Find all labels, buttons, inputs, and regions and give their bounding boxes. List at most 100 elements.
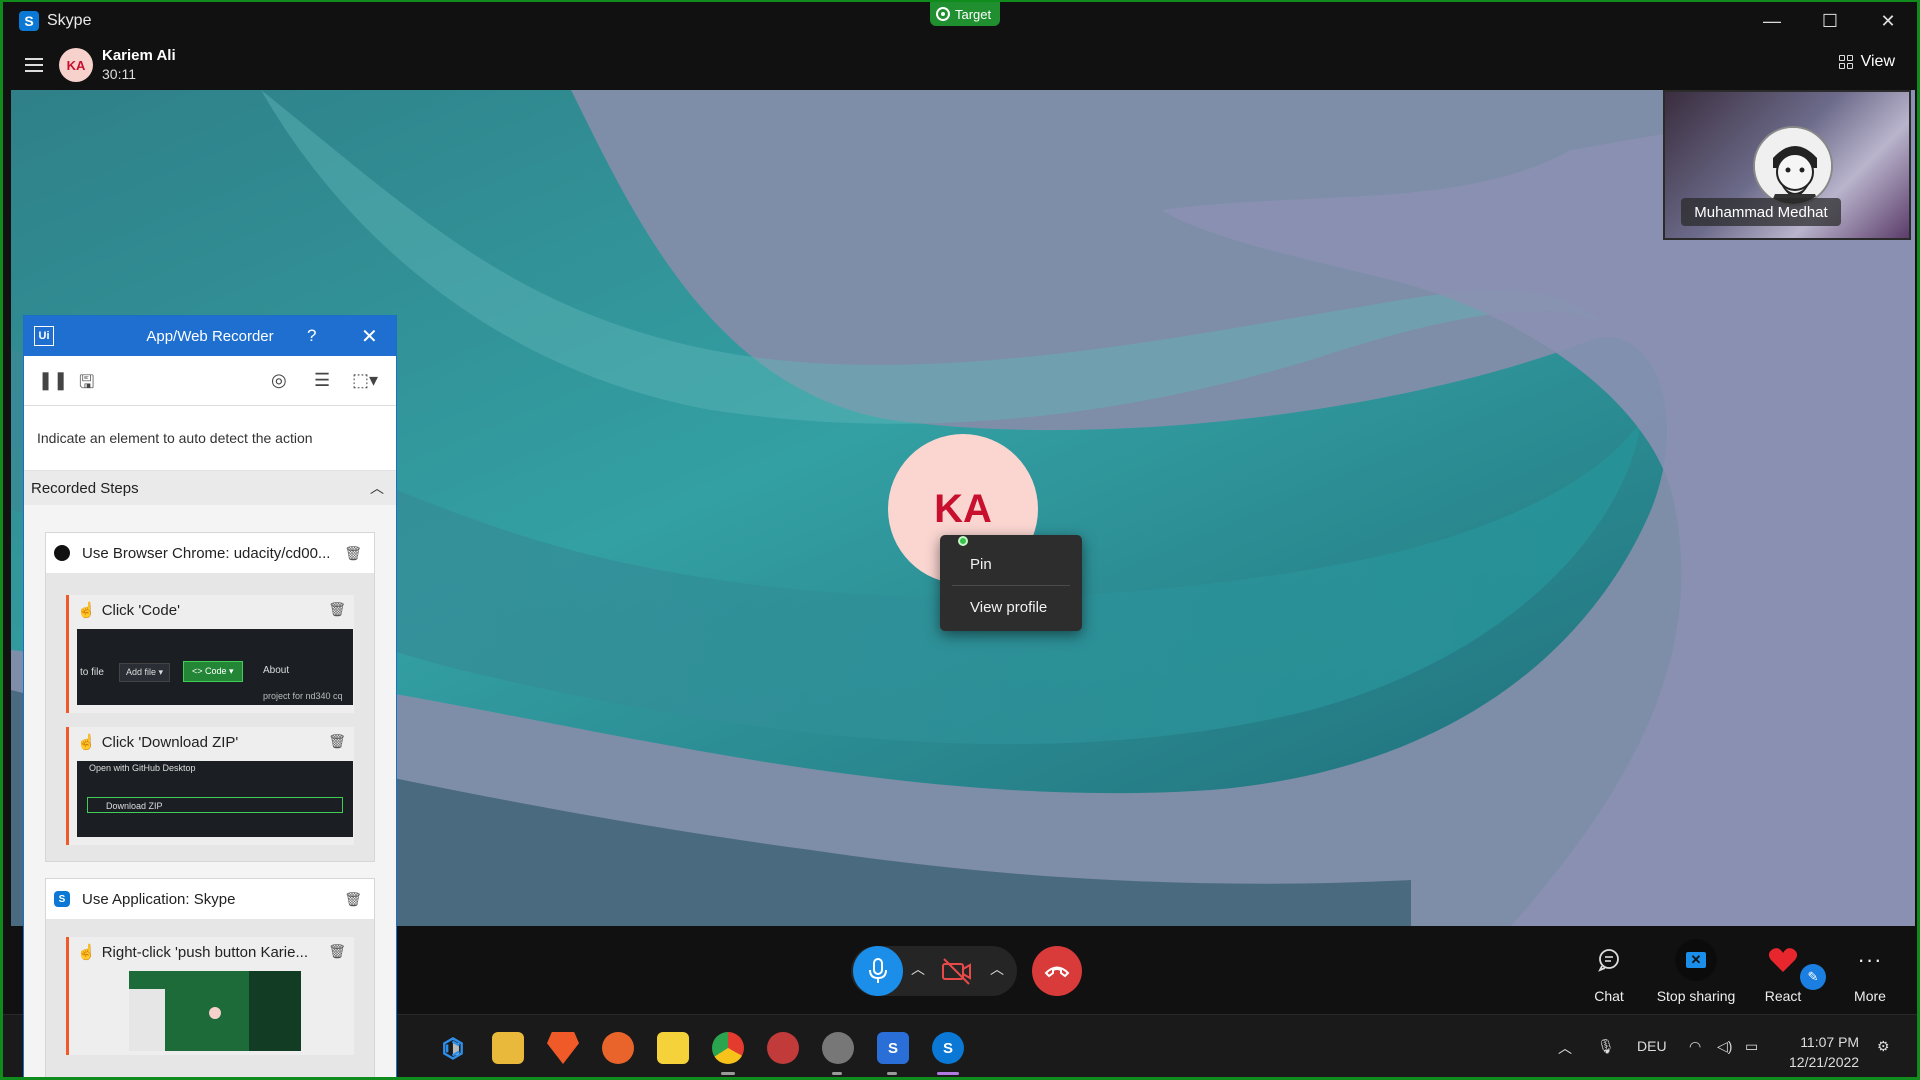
caller-name: Kariem Ali (102, 47, 176, 64)
camera-off-button[interactable] (941, 956, 973, 986)
recorded-steps-title: Recorded Steps (31, 479, 139, 497)
pause-icon[interactable]: ❚❚ (38, 370, 68, 391)
step-group-browser: Use Browser Chrome: udacity/cd00... 🗑 ☝ … (45, 532, 375, 862)
menu-item-pin[interactable]: Pin (940, 545, 1082, 583)
step-options-icon[interactable]: ☰ (314, 370, 330, 391)
volume-icon[interactable]: ◁) (1717, 1038, 1732, 1055)
view-button[interactable]: View (1838, 53, 1895, 71)
chat-button[interactable]: Chat (1569, 938, 1649, 1004)
recorder-hint: Indicate an element to auto detect the a… (24, 406, 396, 471)
recorder-close-button[interactable]: ✕ (361, 324, 378, 349)
grid-view-icon (1838, 55, 1853, 69)
group-title: Use Browser Chrome: udacity/cd00... (82, 544, 331, 562)
settings-active-indicator (832, 1072, 842, 1075)
taskbar-clock[interactable]: 11:07 PM 12/21/2022 (1789, 1032, 1859, 1072)
thumb-window (129, 989, 165, 1051)
thumb-add-file: Add file ▾ (119, 663, 171, 682)
save-icon[interactable]: 🖫 (79, 370, 94, 400)
step-title: Click 'Code' (101, 601, 180, 619)
collapse-chevron-icon[interactable]: ︿ (370, 478, 384, 498)
microphone-button[interactable] (853, 946, 903, 996)
settings-gear-icon[interactable] (822, 1032, 854, 1064)
recorder-toolbar: ❚❚ 🖫 ◎ ☰ ⬚▾ (24, 356, 396, 406)
skype-logo-icon: S (19, 11, 39, 31)
step-screenshot-thumbnail: to file Add file ▾ <> Code ▾ About proje… (77, 629, 353, 705)
file-explorer-icon[interactable] (492, 1032, 524, 1064)
notification-icon[interactable]: ⚙ (1877, 1038, 1890, 1055)
delete-step-icon[interactable]: 🗑 (328, 733, 346, 750)
group-header[interactable]: Use Browser Chrome: udacity/cd00... 🗑 (46, 533, 374, 573)
recorder-title: App/Web Recorder (146, 327, 274, 345)
step-title: Right-click 'push button Karie... (101, 943, 308, 961)
battery-icon[interactable]: ▭ (1745, 1038, 1758, 1055)
delete-step-icon[interactable]: 🗑 (328, 601, 346, 618)
recorded-step[interactable]: ☝ Click 'Code' 🗑 to file Add file ▾ <> C… (66, 595, 354, 713)
target-label: Target (955, 6, 992, 22)
thumb-avatar (209, 1007, 221, 1019)
clock-date: 12/21/2022 (1789, 1054, 1860, 1070)
chat-icon (1597, 938, 1621, 982)
maximize-button[interactable]: ☐ (1801, 2, 1859, 40)
capture-dropdown-icon[interactable]: ⬚▾ (352, 370, 378, 391)
recorded-step[interactable]: ☝ Click 'Download ZIP' 🗑 Open with GitHu… (66, 727, 354, 845)
caller-avatar[interactable]: KA (59, 48, 93, 82)
help-button[interactable]: ? (307, 326, 316, 346)
step-title: Click 'Download ZIP' (101, 733, 239, 751)
react-label: React (1764, 988, 1802, 1004)
firefox-icon[interactable] (602, 1032, 634, 1064)
uipath-target-badge: Target (930, 2, 1001, 26)
delete-group-icon[interactable]: 🗑 (344, 891, 362, 908)
tray-overflow-chevron-icon[interactable]: ︿ (1558, 1038, 1572, 1058)
skype-window: S Skype — ☐ ✕ Target KA Kariem Ali 30:11… (0, 0, 1920, 1080)
recorded-steps-header[interactable]: Recorded Steps ︿ (24, 471, 396, 505)
chrome-active-indicator (721, 1072, 735, 1075)
hang-up-icon (1044, 966, 1070, 978)
participant-name: Muhammad Medhat (1681, 198, 1841, 226)
delete-group-icon[interactable]: 🗑 (344, 545, 362, 562)
click-hand-icon: ☝ (77, 602, 96, 619)
red-app-icon[interactable] (767, 1032, 799, 1064)
more-button[interactable]: ··· More (1830, 938, 1910, 1004)
menu-icon[interactable] (25, 58, 43, 72)
call-duration: 30:11 (102, 66, 136, 82)
clock-time: 11:07 PM (1800, 1034, 1860, 1050)
chat-label: Chat (1594, 988, 1624, 1004)
github-icon (54, 545, 70, 561)
thumb-code-button: <> Code ▾ (183, 661, 243, 682)
mic-options-chevron-icon[interactable]: ︿ (911, 959, 925, 979)
participant-video-tile[interactable]: Muhammad Medhat (1663, 90, 1911, 240)
click-hand-icon: ☝ (77, 944, 96, 961)
uipath-active-indicator (887, 1072, 897, 1075)
end-call-button[interactable] (1032, 946, 1082, 996)
close-window-button[interactable]: ✕ (1859, 2, 1917, 40)
sticky-notes-icon[interactable] (657, 1032, 689, 1064)
menu-item-view-profile[interactable]: View profile (940, 588, 1082, 626)
menu-divider (952, 585, 1070, 586)
minimize-button[interactable]: — (1743, 2, 1801, 40)
target-settings-icon[interactable]: ◎ (271, 370, 287, 391)
skype-icon: S (54, 891, 70, 907)
uipath-studio-icon[interactable]: S (877, 1032, 909, 1064)
recorded-step[interactable]: ☝ Right-click 'push button Karie... 🗑 (66, 937, 354, 1055)
click-hand-icon: ☝ (77, 734, 96, 751)
camera-options-chevron-icon[interactable]: ︿ (990, 959, 1004, 979)
delete-step-icon[interactable]: 🗑 (328, 943, 346, 960)
skype-taskbar-icon[interactable]: S (932, 1032, 964, 1064)
step-screenshot-thumbnail (129, 971, 301, 1051)
wifi-icon[interactable]: ◠ (1689, 1038, 1701, 1055)
step-group-skype: S Use Application: Skype 🗑 ☝ Right-click… (45, 878, 375, 1077)
step-screenshot-thumbnail: Open with GitHub Desktop Download ZIP (77, 761, 353, 837)
tray-microphone-icon[interactable]: 🎙 (1597, 1038, 1615, 1055)
target-icon (936, 7, 950, 21)
stop-sharing-button[interactable]: ✕ Stop sharing (1656, 938, 1736, 1004)
recorder-title-bar: Ui App/Web Recorder ? ✕ (24, 316, 396, 356)
view-label: View (1860, 53, 1895, 70)
vscode-icon[interactable]: ⌬ (437, 1032, 469, 1064)
group-header[interactable]: S Use Application: Skype 🗑 (46, 879, 374, 919)
input-language[interactable]: DEU (1637, 1038, 1667, 1054)
edit-pen-icon[interactable]: ✎ (1800, 964, 1826, 990)
stop-sharing-icon: ✕ (1675, 939, 1717, 981)
more-dots-icon: ··· (1857, 947, 1883, 972)
thumb-panel (249, 971, 301, 1051)
chrome-icon[interactable] (712, 1032, 744, 1064)
